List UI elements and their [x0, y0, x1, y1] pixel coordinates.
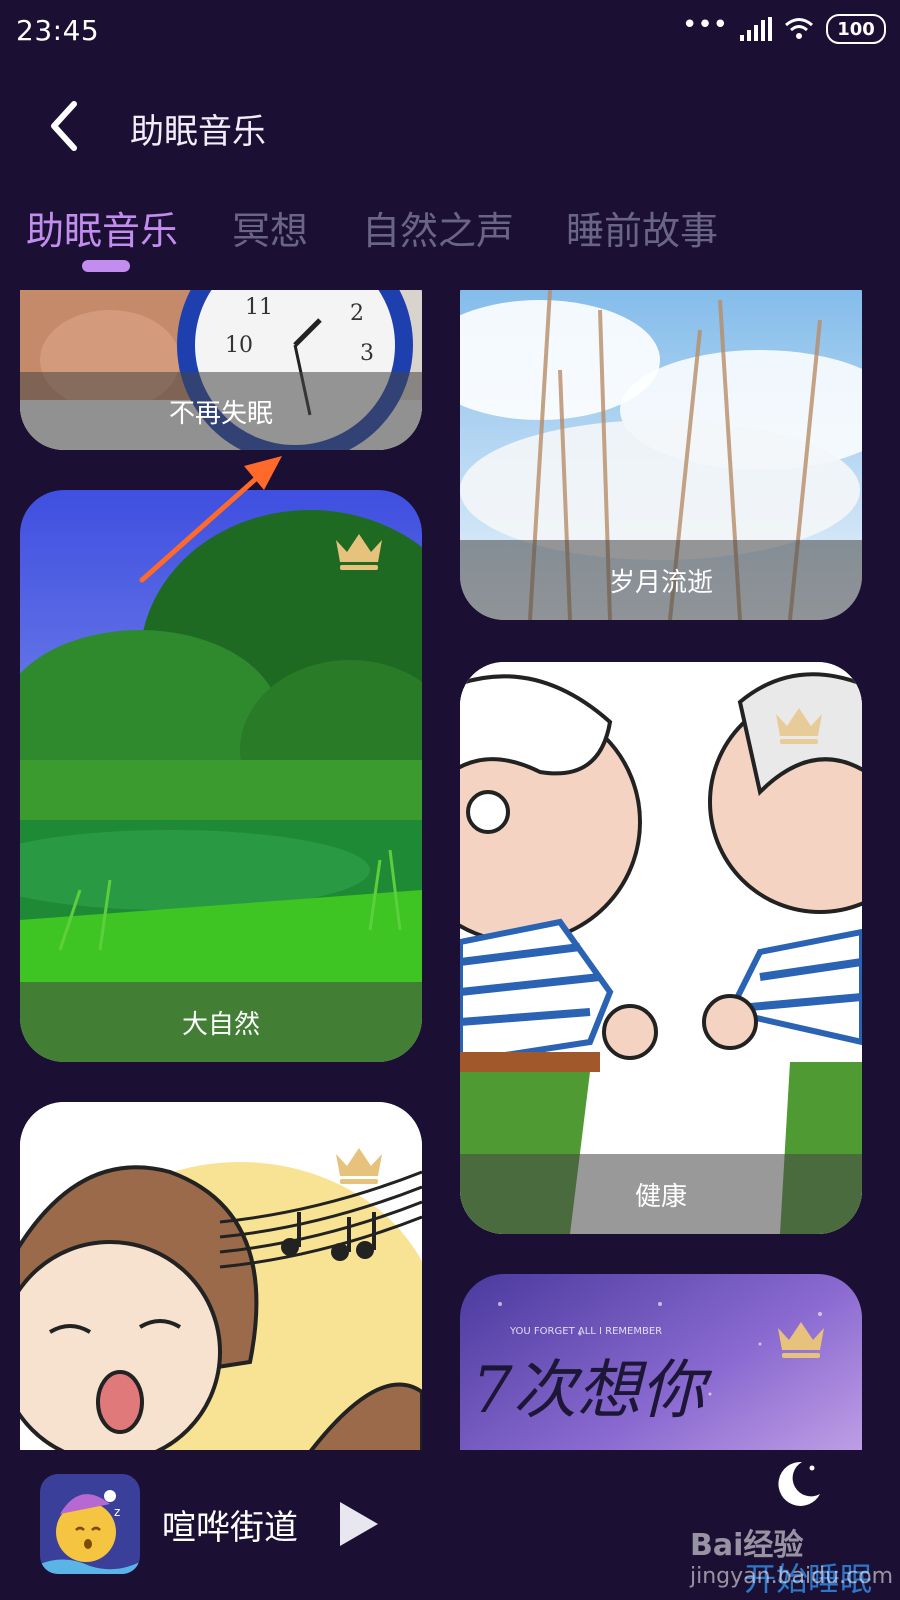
- music-grid: 12 2 11 10 3 不再失眠: [0, 290, 900, 1450]
- svg-text:z: z: [114, 1505, 120, 1519]
- album-cover-image: z: [40, 1474, 140, 1574]
- tab-meditation[interactable]: 冥想: [232, 200, 308, 255]
- back-chevron-icon[interactable]: [38, 96, 98, 156]
- more-dots-icon: •••: [681, 10, 728, 40]
- svg-text:10: 10: [225, 333, 253, 358]
- watermark: Bai经验 jingyan.baidu.com: [690, 1520, 893, 1589]
- album-cover[interactable]: z: [40, 1474, 140, 1574]
- tab-nature-sounds[interactable]: 自然之声: [362, 200, 514, 255]
- signal-icon: [740, 17, 772, 41]
- card-title: 不再失眠: [20, 372, 422, 450]
- category-tabs: 助眠音乐 冥想 自然之声 睡前故事: [0, 200, 900, 280]
- crown-icon: [778, 1322, 824, 1358]
- music-card-no-insomnia[interactable]: 12 2 11 10 3 不再失眠: [20, 290, 422, 450]
- active-tab-indicator: [82, 260, 130, 272]
- music-card-years-pass[interactable]: 岁月流逝: [460, 290, 862, 620]
- card-image-galaxy: 7次想你 YOU FORGET ALL I REMEMBER: [460, 1274, 862, 1450]
- moon-icon: [778, 1461, 820, 1506]
- battery-icon: 100: [826, 14, 886, 44]
- crown-icon: [336, 534, 382, 570]
- card-image-health: [460, 662, 862, 1234]
- watermark-brand: Bai经验: [690, 1528, 804, 1563]
- play-icon[interactable]: [336, 1500, 380, 1548]
- status-icons: ••• 100: [681, 10, 886, 44]
- watermark-url: jingyan.baidu.com: [690, 1564, 894, 1589]
- card-title: 岁月流逝: [460, 540, 862, 620]
- music-card-galaxy[interactable]: 7次想你 YOU FORGET ALL I REMEMBER: [460, 1274, 862, 1450]
- svg-text:3: 3: [360, 341, 374, 366]
- pointer-arrow: [139, 456, 282, 583]
- svg-text:11: 11: [245, 295, 273, 320]
- music-card-health[interactable]: 健康: [460, 662, 862, 1234]
- status-bar: 23:45 ••• 100: [0, 0, 900, 64]
- card-title: 大自然: [20, 982, 422, 1062]
- svg-text:12: 12: [281, 290, 309, 296]
- status-time: 23:45: [16, 14, 100, 47]
- track-title: 喧哗街道: [162, 1508, 298, 1548]
- tab-bedtime-stories[interactable]: 睡前故事: [566, 200, 718, 255]
- app-header: 助眠音乐: [0, 86, 900, 166]
- card-art-text: 7次想你: [472, 1354, 713, 1428]
- page-title: 助眠音乐: [130, 112, 266, 152]
- music-card-singing[interactable]: [20, 1102, 422, 1450]
- card-art-small-text: YOU FORGET ALL I REMEMBER: [509, 1326, 662, 1337]
- wifi-icon: [785, 18, 813, 39]
- card-title: 健康: [460, 1154, 862, 1234]
- svg-text:2: 2: [350, 301, 364, 326]
- tab-sleep-music[interactable]: 助眠音乐: [26, 200, 178, 255]
- crown-icon: [336, 1148, 382, 1184]
- crown-icon: [776, 708, 822, 744]
